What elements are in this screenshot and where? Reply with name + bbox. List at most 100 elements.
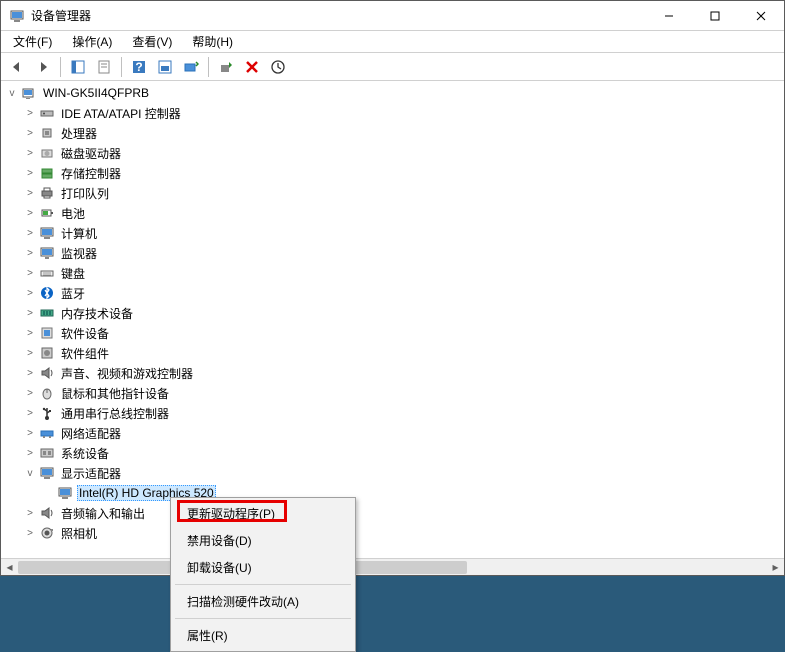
scroll-right-button[interactable]: ▸ [767, 559, 784, 575]
back-button[interactable] [5, 55, 29, 79]
action-button[interactable] [153, 55, 177, 79]
expand-icon[interactable]: > [23, 206, 37, 220]
device-tree-panel[interactable]: vWIN-GK5II4QFPRB>IDE ATA/ATAPI 控制器>处理器>磁… [1, 81, 784, 558]
horizontal-scrollbar[interactable]: ◂ ▸ [1, 558, 784, 575]
window-title: 设备管理器 [31, 7, 646, 24]
expand-icon[interactable]: > [23, 366, 37, 380]
menu-action[interactable]: 操作(A) [64, 31, 120, 52]
tree-node-label: 鼠标和其他指针设备 [59, 385, 171, 402]
tree-node[interactable]: > 鼠标和其他指针设备 [21, 383, 782, 403]
expand-icon[interactable]: > [23, 306, 37, 320]
tree-node[interactable]: > 电池 [21, 203, 782, 223]
tree-node[interactable]: > 处理器 [21, 123, 782, 143]
help-button[interactable]: ? [127, 55, 151, 79]
expand-icon[interactable]: > [23, 346, 37, 360]
tree-node[interactable]: >IDE ATA/ATAPI 控制器 [21, 103, 782, 123]
expand-icon[interactable]: > [23, 426, 37, 440]
memory-icon [39, 305, 55, 321]
bluetooth-icon [39, 285, 55, 301]
titlebar: 设备管理器 [1, 1, 784, 31]
network-icon [39, 425, 55, 441]
menu-help[interactable]: 帮助(H) [184, 31, 241, 52]
minimize-button[interactable] [646, 1, 692, 30]
software-icon [39, 325, 55, 341]
tree-node[interactable]: >存储控制器 [21, 163, 782, 183]
tree-node[interactable]: >照相机 [21, 523, 782, 543]
context-disable-device[interactable]: 禁用设备(D) [173, 527, 353, 554]
expand-icon[interactable]: > [23, 186, 37, 200]
tree-node-label: 蓝牙 [59, 285, 87, 302]
disable-button[interactable] [266, 55, 290, 79]
expand-icon[interactable]: > [23, 266, 37, 280]
expand-icon[interactable]: > [23, 406, 37, 420]
tree-root-node[interactable]: v WIN-GK5II4QFPRB [3, 83, 782, 103]
tree-node[interactable]: >网络适配器 [21, 423, 782, 443]
expand-icon[interactable]: > [23, 286, 37, 300]
maximize-button[interactable] [692, 1, 738, 30]
update-driver-button[interactable] [214, 55, 238, 79]
context-update-driver[interactable]: 更新驱动程序(P) [173, 500, 353, 527]
tree-node-label: 系统设备 [59, 445, 111, 462]
tree-node[interactable]: > 系统设备 [21, 443, 782, 463]
tree-node[interactable]: >磁盘驱动器 [21, 143, 782, 163]
tree-node-label: 处理器 [59, 125, 99, 142]
expand-icon[interactable]: > [23, 506, 37, 520]
show-hide-tree-button[interactable] [66, 55, 90, 79]
no-children-icon [41, 486, 55, 500]
tree-node[interactable]: >通用串行总线控制器 [21, 403, 782, 423]
tree-node-label: WIN-GK5II4QFPRB [41, 86, 151, 100]
usb-icon [39, 405, 55, 421]
tree-node[interactable]: >内存技术设备 [21, 303, 782, 323]
toolbar-separator [60, 57, 61, 77]
scan-hardware-button[interactable] [179, 55, 203, 79]
scroll-track[interactable] [18, 559, 767, 575]
tree-node[interactable]: v显示适配器 [21, 463, 782, 483]
expand-icon[interactable]: > [23, 106, 37, 120]
camera-icon [39, 525, 55, 541]
tree-node-label: 键盘 [59, 265, 87, 282]
device-manager-window: 设备管理器 文件(F) 操作(A) 查看(V) 帮助(H) ? v WIN-GK5… [0, 0, 785, 576]
expand-icon[interactable]: > [23, 386, 37, 400]
ide-icon [39, 105, 55, 121]
tree-node[interactable]: >计算机 [21, 223, 782, 243]
tree-leaf-node[interactable]: Intel(R) HD Graphics 520 [39, 483, 782, 503]
close-button[interactable] [738, 1, 784, 30]
tree-node-label: 音频输入和输出 [59, 505, 147, 522]
collapse-icon[interactable]: v [5, 86, 19, 100]
tree-node[interactable]: > 软件设备 [21, 323, 782, 343]
menu-file[interactable]: 文件(F) [5, 31, 60, 52]
expand-icon[interactable]: > [23, 126, 37, 140]
properties-button[interactable] [92, 55, 116, 79]
expand-icon[interactable]: > [23, 226, 37, 240]
tree-node[interactable]: > 软件组件 [21, 343, 782, 363]
tree-node-label: 软件设备 [59, 325, 111, 342]
cpu-icon [39, 125, 55, 141]
expand-icon[interactable]: > [23, 446, 37, 460]
expand-icon[interactable]: > [23, 526, 37, 540]
tree-node[interactable]: > 声音、视频和游戏控制器 [21, 363, 782, 383]
tree-node-label: 声音、视频和游戏控制器 [59, 365, 195, 382]
expand-icon[interactable]: > [23, 146, 37, 160]
tree-node[interactable]: >打印队列 [21, 183, 782, 203]
context-uninstall-device[interactable]: 卸载设备(U) [173, 554, 353, 581]
window-controls [646, 1, 784, 30]
tree-node-label: 电池 [59, 205, 87, 222]
uninstall-button[interactable] [240, 55, 264, 79]
tree-node[interactable]: > 键盘 [21, 263, 782, 283]
context-properties[interactable]: 属性(R) [173, 622, 353, 649]
forward-button[interactable] [31, 55, 55, 79]
tree-node[interactable]: > 蓝牙 [21, 283, 782, 303]
expand-icon[interactable]: > [23, 166, 37, 180]
tree-node[interactable]: >监视器 [21, 243, 782, 263]
expand-icon[interactable]: > [23, 326, 37, 340]
storage-icon [39, 165, 55, 181]
audio-icon [39, 505, 55, 521]
tree-node-label: 软件组件 [59, 345, 111, 362]
collapse-icon[interactable]: v [23, 466, 37, 480]
context-scan-hardware[interactable]: 扫描检测硬件改动(A) [173, 588, 353, 615]
tree-node[interactable]: > 音频输入和输出 [21, 503, 782, 523]
menu-view[interactable]: 查看(V) [124, 31, 180, 52]
scroll-left-button[interactable]: ◂ [1, 559, 18, 575]
expand-icon[interactable]: > [23, 246, 37, 260]
context-menu: 更新驱动程序(P) 禁用设备(D) 卸载设备(U) 扫描检测硬件改动(A) 属性… [170, 497, 356, 652]
